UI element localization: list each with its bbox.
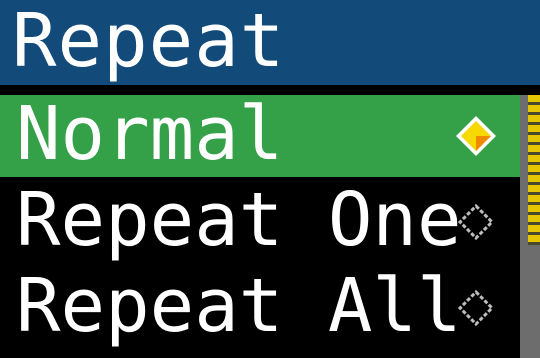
header-bar: Repeat xyxy=(0,0,540,85)
option-label: Repeat All xyxy=(16,263,462,349)
diamond-outline-icon xyxy=(457,203,495,241)
scrollbar-thumb[interactable] xyxy=(528,95,540,245)
option-label: Repeat One xyxy=(16,177,462,263)
options-list: Normal Repeat One Repeat All xyxy=(0,91,520,358)
diamond-selected-icon xyxy=(456,116,496,156)
page-title: Repeat xyxy=(12,0,286,84)
option-normal[interactable]: Normal xyxy=(0,91,520,177)
repeat-menu-screen: Repeat Normal Repeat One Repeat All xyxy=(0,0,540,358)
diamond-outline-icon xyxy=(457,289,495,327)
scrollbar[interactable] xyxy=(520,95,540,358)
option-repeat-one[interactable]: Repeat One xyxy=(0,177,520,263)
option-label: Normal xyxy=(16,91,284,177)
option-repeat-all[interactable]: Repeat All xyxy=(0,263,520,349)
